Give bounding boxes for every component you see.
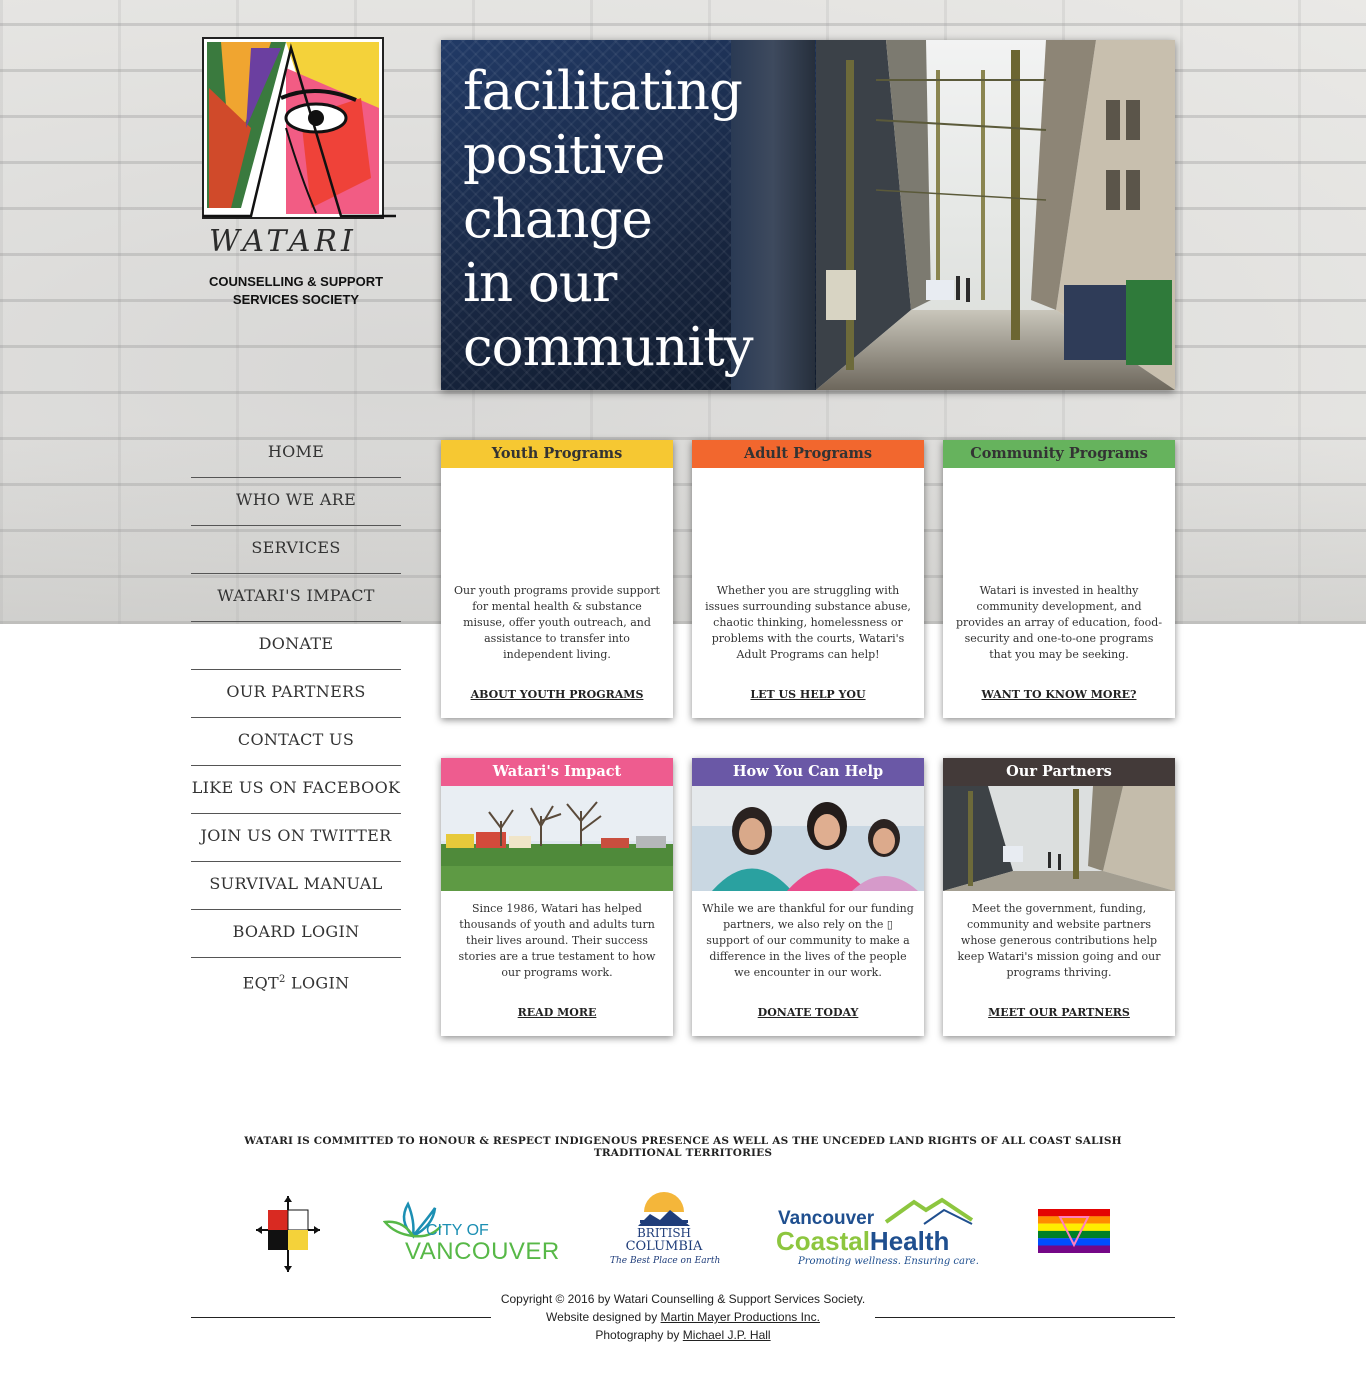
copyright-text: Copyright © 2016 by Watari Counselling &…	[500, 1292, 866, 1306]
vancouver-line2: VANCOUVER	[405, 1238, 560, 1265]
card-description: Meet the government, funding, community …	[957, 902, 1161, 979]
medicine-wheel-logo[interactable]	[256, 1196, 320, 1272]
hero-alley-photo	[816, 40, 1175, 390]
park-photo	[441, 786, 673, 891]
card-description: Since 1986, Watari has helped thousands …	[458, 902, 656, 979]
card-title: Community Programs	[943, 440, 1175, 468]
nav-services[interactable]: SERVICES	[191, 526, 401, 574]
nav-eqt-suffix: LOGIN	[285, 973, 350, 993]
bc-line1: BRITISH	[636, 1226, 692, 1240]
land-acknowledgement: WATARI IS COMMITTED TO HONOUR & RESPECT …	[244, 1135, 1122, 1159]
hero-banner: facilitating positive change in our comm…	[441, 40, 1175, 390]
hero-line: in our	[463, 253, 617, 314]
nav-eqt-superscript: 2	[278, 974, 286, 985]
vch-line2: CoastalHealth	[776, 1226, 949, 1257]
want-to-know-more-link[interactable]: WANT TO KNOW MORE?	[943, 688, 1175, 701]
donate-today-link[interactable]: DONATE TODAY	[692, 1006, 924, 1019]
nav-contact-us[interactable]: CONTACT US	[191, 718, 401, 766]
pride-flag-logo[interactable]	[1038, 1209, 1110, 1253]
vch-tagline: Promoting wellness. Ensuring care.	[798, 1256, 979, 1267]
bc-line2: COLUMBIA	[625, 1239, 703, 1254]
nav-survival-manual[interactable]: SURVIVAL MANUAL	[191, 862, 401, 910]
hero-line: community	[463, 317, 754, 378]
nav-twitter[interactable]: JOIN US ON TWITTER	[191, 814, 401, 862]
card-description: Our youth programs provide support for m…	[454, 584, 660, 661]
martin-mayer-link[interactable]: Martin Mayer Productions Inc.	[661, 1310, 820, 1324]
card-description: Whether you are struggling with issues s…	[705, 584, 911, 661]
card-community-programs: Community Programs Watari is invested in…	[943, 440, 1175, 718]
city-of-vancouver-logo[interactable]: CITY OF VANCOUVER	[383, 1196, 560, 1266]
card-description: Watari is invested in healthy community …	[955, 584, 1163, 661]
card-title: How You Can Help	[692, 758, 924, 786]
alley-photo	[943, 786, 1175, 891]
nav-who-we-are[interactable]: WHO WE ARE	[191, 478, 401, 526]
vch-health: Health	[869, 1226, 950, 1256]
designed-by: Website designed by Martin Mayer Product…	[0, 1310, 1366, 1324]
hero-line: positive	[463, 125, 666, 186]
hero-tagline: facilitating positive change in our comm…	[463, 60, 754, 380]
nav-home[interactable]: HOME	[191, 430, 401, 478]
card-title: Watari's Impact	[441, 758, 673, 786]
card-description: While we are thankful for our funding pa…	[702, 902, 914, 979]
main-navigation: HOME WHO WE ARE SERVICES WATARI'S IMPACT…	[191, 430, 401, 1006]
logo-subtitle-line2: SERVICES SOCIETY	[232, 292, 360, 307]
hero-line: change	[463, 189, 653, 250]
photography-prefix: Photography by	[595, 1328, 683, 1342]
michael-hall-link[interactable]: Michael J.P. Hall	[683, 1328, 771, 1342]
card-youth-programs: Youth Programs Our youth programs provid…	[441, 440, 673, 718]
card-title: Youth Programs	[441, 440, 673, 468]
vancouver-coastal-health-logo[interactable]: Vancouver CoastalHealth Promoting wellne…	[776, 1196, 979, 1270]
photography-by: Photography by Michael J.P. Hall	[0, 1328, 1366, 1342]
nav-facebook[interactable]: LIKE US ON FACEBOOK	[191, 766, 401, 814]
bc-sun-icon	[610, 1192, 718, 1226]
nav-wataris-impact[interactable]: WATARI'S IMPACT	[191, 574, 401, 622]
meet-our-partners-link[interactable]: MEET OUR PARTNERS	[943, 1006, 1175, 1019]
logo-wordmark: WATARI	[209, 224, 357, 259]
about-youth-programs-link[interactable]: ABOUT YOUTH PROGRAMS	[441, 688, 673, 701]
logo-art	[202, 37, 396, 219]
nav-our-partners[interactable]: OUR PARTNERS	[191, 670, 401, 718]
nav-board-login[interactable]: BOARD LOGIN	[191, 910, 401, 958]
british-columbia-logo[interactable]: BRITISH COLUMBIA The Best Place on Earth	[610, 1186, 721, 1270]
hero-line: facilitating	[463, 61, 743, 122]
card-title: Our Partners	[943, 758, 1175, 786]
card-our-partners: Our Partners Meet the government, fundin…	[943, 758, 1175, 1036]
vch-mountain-icon	[884, 1197, 974, 1225]
read-more-link[interactable]: READ MORE	[441, 1006, 673, 1019]
card-title: Adult Programs	[692, 440, 924, 468]
card-wataris-impact: Watari's Impact Since 1986, Watari has h…	[441, 758, 673, 1036]
logo-subtitle-line1: COUNSELLING & SUPPORT	[208, 274, 384, 289]
nav-eqt-prefix: EQT	[242, 973, 279, 993]
let-us-help-you-link[interactable]: LET US HELP YOU	[692, 688, 924, 701]
nav-eqt2-login[interactable]: EQT2 LOGIN	[191, 958, 401, 1006]
vch-coastal: Coastal	[776, 1226, 870, 1256]
nav-donate[interactable]: DONATE	[191, 622, 401, 670]
bc-tagline: The Best Place on Earth	[610, 1256, 721, 1266]
watari-logo[interactable]: WATARI COUNSELLING & SUPPORT SERVICES SO…	[191, 28, 401, 310]
card-adult-programs: Adult Programs Whether you are strugglin…	[692, 440, 924, 718]
designed-by-prefix: Website designed by	[546, 1310, 661, 1324]
girls-photo	[692, 786, 924, 891]
card-how-you-can-help: How You Can Help While we are thankful f…	[692, 758, 924, 1036]
